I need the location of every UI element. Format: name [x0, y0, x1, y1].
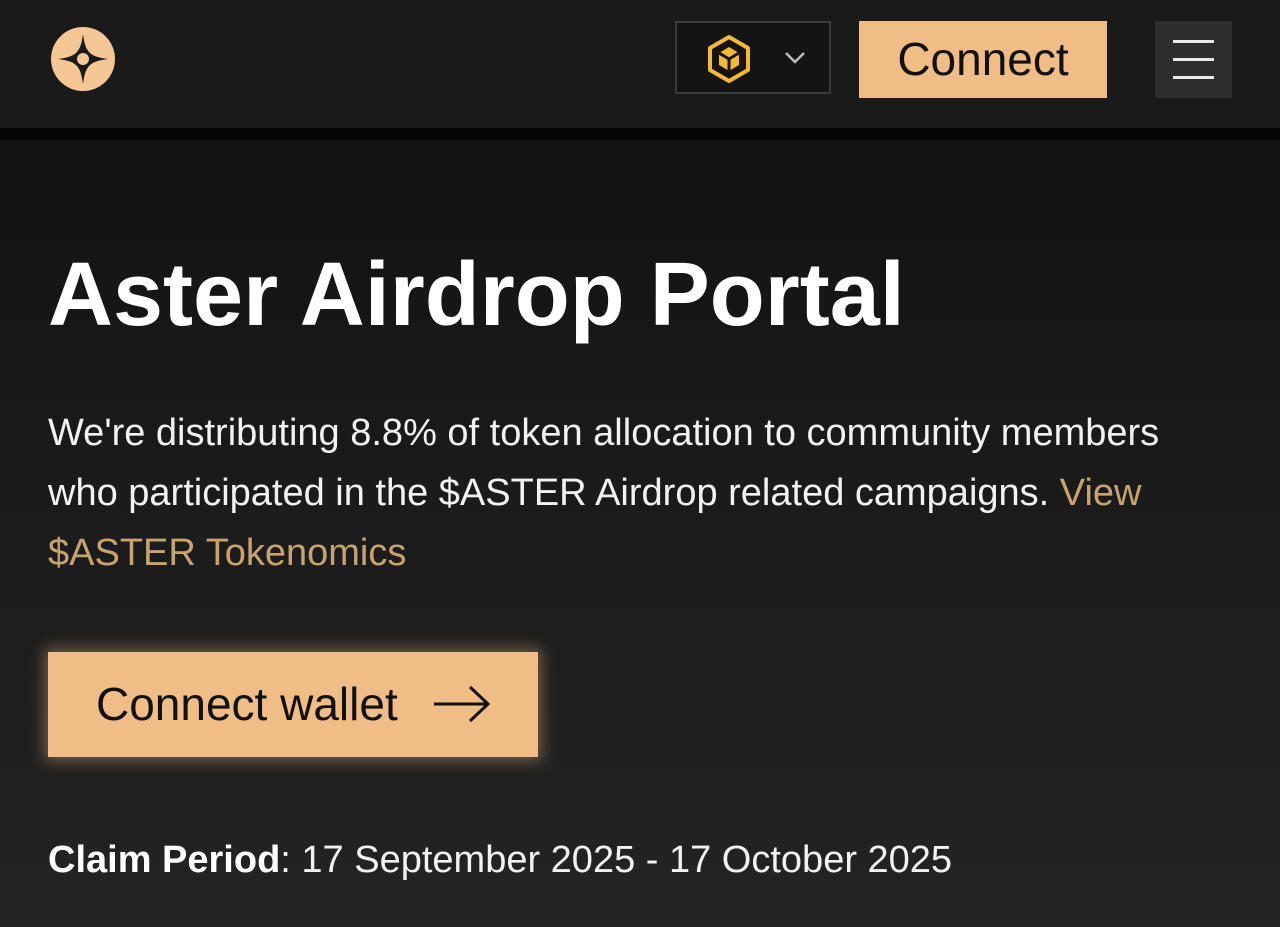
top-navigation-bar: Connect	[0, 0, 1280, 128]
bnb-chain-icon	[708, 35, 750, 83]
header-divider	[0, 128, 1280, 140]
hamburger-menu-button[interactable]	[1155, 21, 1232, 98]
hero-description: We're distributing 8.8% of token allocat…	[48, 403, 1228, 583]
airdrop-page: Connect Aster Airdrop Portal We're distr…	[0, 0, 1280, 927]
connect-wallet-button[interactable]: Connect wallet	[48, 652, 538, 757]
chain-selector-dropdown[interactable]	[675, 21, 831, 94]
arrow-right-icon	[434, 685, 491, 723]
claim-period: Claim Period: 17 September 2025 - 17 Oct…	[48, 832, 952, 888]
aster-logo-icon[interactable]	[51, 27, 115, 91]
description-text: We're distributing 8.8% of token allocat…	[48, 412, 1160, 514]
connect-button[interactable]: Connect	[859, 21, 1107, 98]
menu-line-icon	[1173, 76, 1214, 79]
chevron-down-icon	[785, 52, 805, 64]
connect-wallet-label: Connect wallet	[96, 678, 398, 730]
page-title: Aster Airdrop Portal	[48, 245, 905, 345]
menu-line-icon	[1173, 58, 1214, 61]
claim-period-value: : 17 September 2025 - 17 October 2025	[280, 839, 953, 881]
claim-period-label: Claim Period	[48, 839, 281, 881]
menu-line-icon	[1173, 40, 1214, 43]
